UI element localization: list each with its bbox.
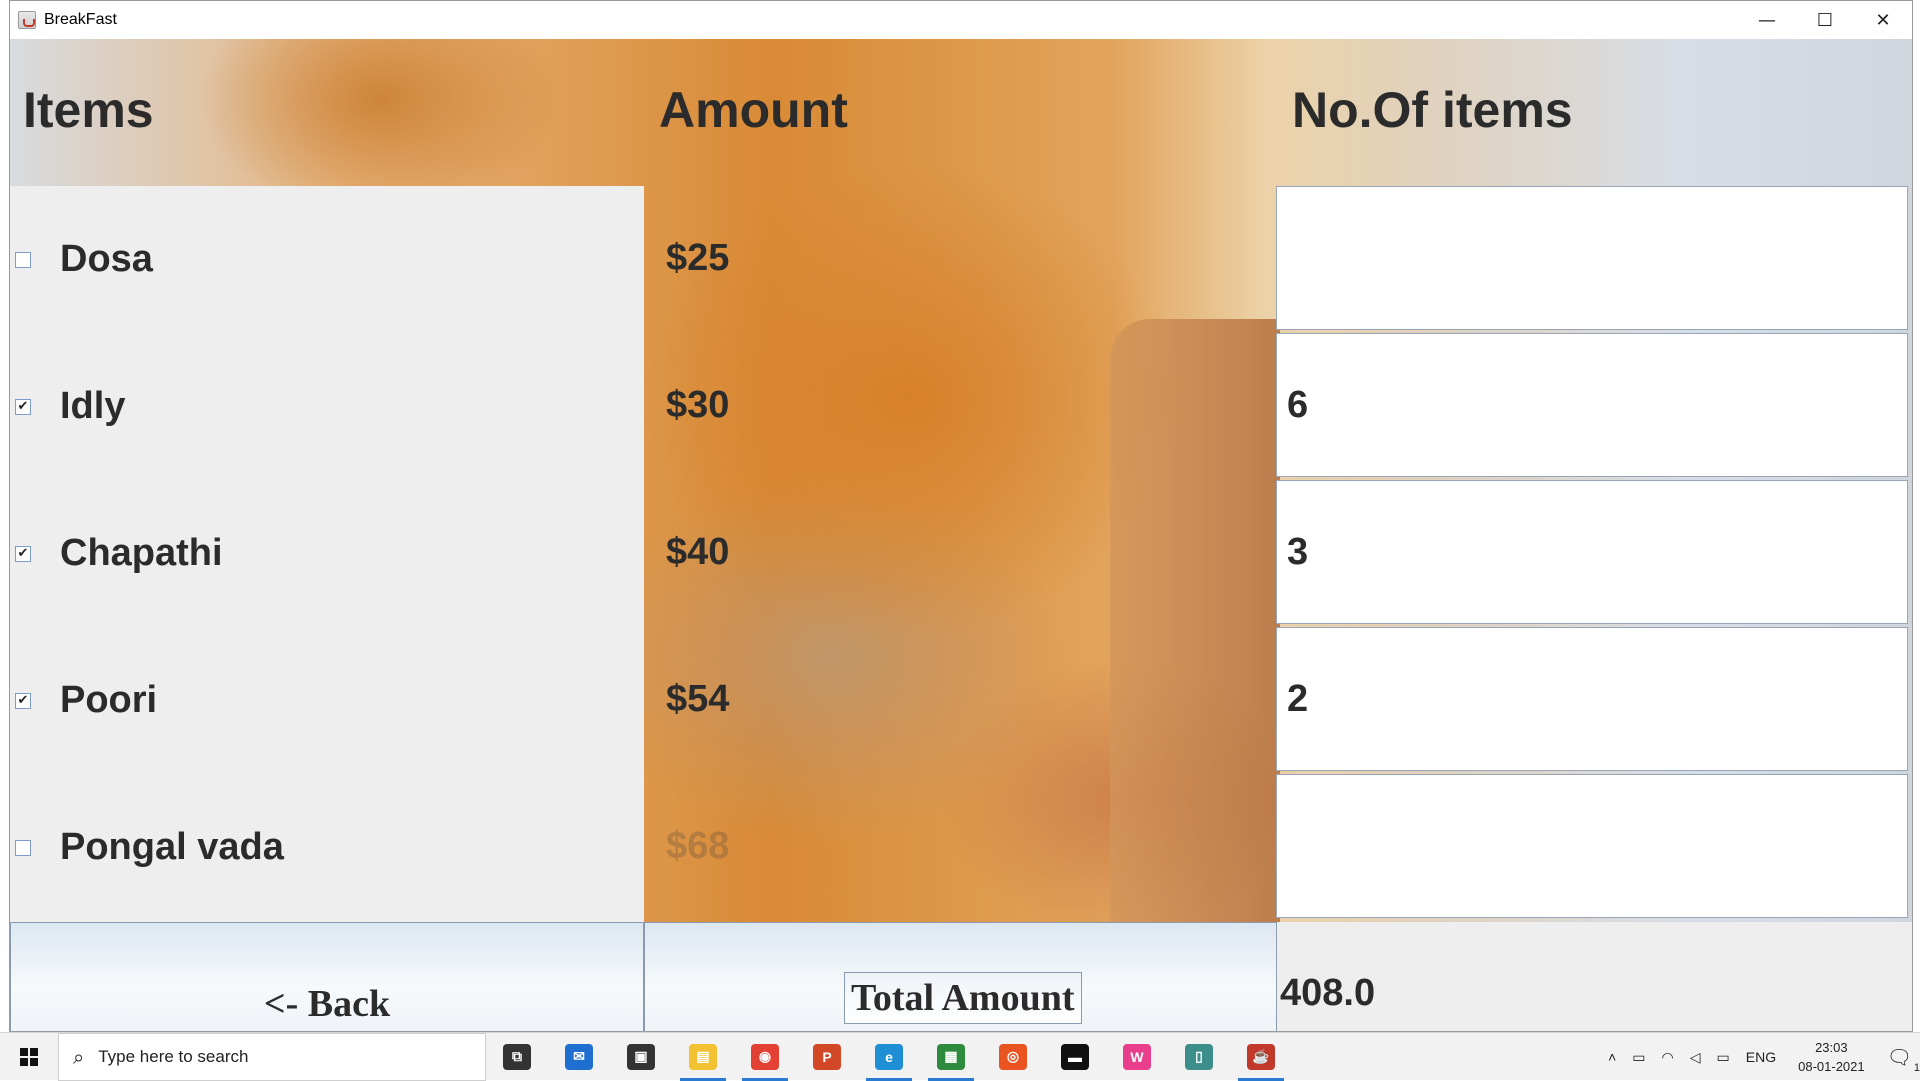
taskbar: ⌕ Type here to search ⧉ ✉ ▣ ▤ ◉ Pe ▦ ◎ ▬ W ▯ ☕ ˄ ▭ … — [0, 1032, 1920, 1081]
checkbox-pongal-vada[interactable] — [15, 839, 31, 856]
notification-count: 1 — [1913, 1061, 1920, 1074]
task-view-icon: ⧉ — [503, 1043, 531, 1070]
title-bar: BreakFast — ☐ ✕ — [10, 1, 1912, 39]
back-button[interactable]: <- Back — [10, 922, 644, 1031]
taskbar-app-java[interactable]: ☕ — [1230, 1033, 1292, 1081]
item-label-chapathi[interactable]: Chapathi — [60, 532, 223, 575]
items-header: Items — [23, 82, 154, 138]
taskbar-app-file-explorer[interactable]: ▤ — [672, 1033, 734, 1081]
price-idly: $30 — [666, 384, 730, 426]
app-green-icon: ▦ — [937, 1043, 965, 1070]
maximize-button[interactable]: ☐ — [1796, 1, 1854, 39]
item-label-pongal-vada[interactable]: Pongal vada — [60, 826, 284, 869]
item-label-dosa[interactable]: Dosa — [60, 238, 153, 281]
qty-field-chapathi[interactable]: 3 — [1276, 480, 1908, 624]
meet-now-icon[interactable]: ▭ — [1632, 1049, 1645, 1066]
wifi-icon[interactable]: ◠ — [1662, 1049, 1674, 1066]
app-window-icon: ▯ — [1185, 1043, 1213, 1070]
item-label-idly[interactable]: Idly — [60, 385, 125, 428]
qty-field-dosa[interactable] — [1276, 186, 1908, 330]
background-plate — [1110, 319, 1280, 959]
minimize-button[interactable]: — — [1738, 1, 1796, 39]
taskbar-app-terminal[interactable]: ▬ — [1044, 1033, 1106, 1081]
clock-date: 08-01-2021 — [1798, 1059, 1865, 1074]
price-dosa: $25 — [666, 237, 730, 279]
taskbar-app-task-view[interactable]: ⧉ — [486, 1033, 548, 1081]
item-row-dosa[interactable]: Dosa — [10, 186, 644, 333]
app-pink-icon: W — [1123, 1043, 1151, 1070]
ubuntu-icon: ◎ — [999, 1043, 1027, 1070]
search-icon: ⌕ — [73, 1044, 85, 1069]
checkbox-idly[interactable]: ✔ — [15, 398, 31, 415]
edge-icon: e — [875, 1043, 903, 1070]
clock-time: 23:03 — [1815, 1040, 1848, 1055]
total-amount-button[interactable]: Total Amount — [844, 972, 1082, 1024]
price-pongal-vada: $68 — [666, 825, 730, 867]
taskbar-app-chrome[interactable]: ◉ — [734, 1033, 796, 1081]
system-tray: ˄ ▭ ◠ ◁ ▭ ENG 23:03 08-01-2021 🗨 1 — [1600, 1033, 1920, 1081]
taskbar-app-app-pink[interactable]: W — [1106, 1033, 1168, 1081]
file-explorer-icon: ▤ — [689, 1043, 717, 1070]
java-app-icon — [18, 11, 36, 29]
notification-icon[interactable]: 🗨 1 — [1887, 1045, 1920, 1074]
amount-header: Amount — [659, 82, 848, 138]
taskbar-app-app-window[interactable]: ▯ — [1168, 1033, 1230, 1081]
item-row-chapathi[interactable]: ✔ Chapathi — [10, 480, 644, 627]
search-placeholder: Type here to search — [98, 1046, 249, 1066]
taskbar-search[interactable]: ⌕ Type here to search — [58, 1032, 486, 1081]
count-header: No.Of items — [1292, 82, 1573, 138]
checkbox-dosa[interactable] — [15, 251, 31, 268]
close-button[interactable]: ✕ — [1854, 1, 1912, 39]
tray-chevron-icon[interactable]: ˄ — [1608, 1049, 1616, 1065]
store-icon: ▣ — [627, 1043, 655, 1070]
clock[interactable]: 23:03 08-01-2021 — [1798, 1038, 1865, 1076]
taskbar-app-store[interactable]: ▣ — [610, 1033, 672, 1081]
item-row-idly[interactable]: ✔ Idly — [10, 333, 644, 480]
volume-icon[interactable]: ◁ — [1690, 1049, 1701, 1066]
taskbar-app-edge[interactable]: e — [858, 1033, 920, 1081]
taskbar-app-powerpoint[interactable]: P — [796, 1033, 858, 1081]
qty-field-poori[interactable]: 2 — [1276, 627, 1908, 771]
price-poori: $54 — [666, 678, 730, 720]
taskbar-app-app-green[interactable]: ▦ — [920, 1033, 982, 1081]
windows-logo-icon — [20, 1047, 38, 1066]
total-amount-value: 408.0 — [1280, 972, 1376, 1014]
item-row-poori[interactable]: ✔ Poori — [10, 627, 644, 774]
checkbox-chapathi[interactable]: ✔ — [15, 545, 31, 562]
app-window: BreakFast — ☐ ✕ Items Amount No.Of items… — [9, 0, 1913, 1032]
item-row-pongal-vada[interactable]: Pongal vada — [10, 774, 644, 921]
taskbar-apps: ⧉ ✉ ▣ ▤ ◉ Pe ▦ ◎ ▬ W ▯ ☕ — [486, 1033, 1292, 1081]
mail-icon: ✉ — [565, 1043, 593, 1070]
battery-icon[interactable]: ▭ — [1717, 1049, 1730, 1066]
powerpoint-icon: P — [813, 1043, 841, 1070]
terminal-icon: ▬ — [1061, 1043, 1089, 1070]
taskbar-app-ubuntu[interactable]: ◎ — [982, 1033, 1044, 1081]
window-title: BreakFast — [44, 11, 117, 28]
window-controls: — ☐ ✕ — [1738, 1, 1912, 39]
qty-field-idly[interactable]: 6 — [1276, 333, 1908, 477]
start-button[interactable] — [0, 1033, 58, 1081]
taskbar-app-mail[interactable]: ✉ — [548, 1033, 610, 1081]
java-icon: ☕ — [1247, 1043, 1275, 1070]
items-panel: Dosa ✔ Idly ✔ Chapathi ✔ Poori Pongal va… — [10, 186, 644, 922]
qty-field-pongal-vada[interactable] — [1276, 774, 1908, 918]
bottom-bar: <- Back Total Amount 408.0 — [10, 922, 1912, 1031]
content-area: Items Amount No.Of items Dosa ✔ Idly ✔ C… — [10, 39, 1912, 1031]
checkbox-poori[interactable]: ✔ — [15, 692, 31, 709]
price-chapathi: $40 — [666, 531, 730, 573]
language-indicator[interactable]: ENG — [1746, 1049, 1776, 1065]
item-label-poori[interactable]: Poori — [60, 679, 157, 722]
chrome-icon: ◉ — [751, 1043, 779, 1070]
